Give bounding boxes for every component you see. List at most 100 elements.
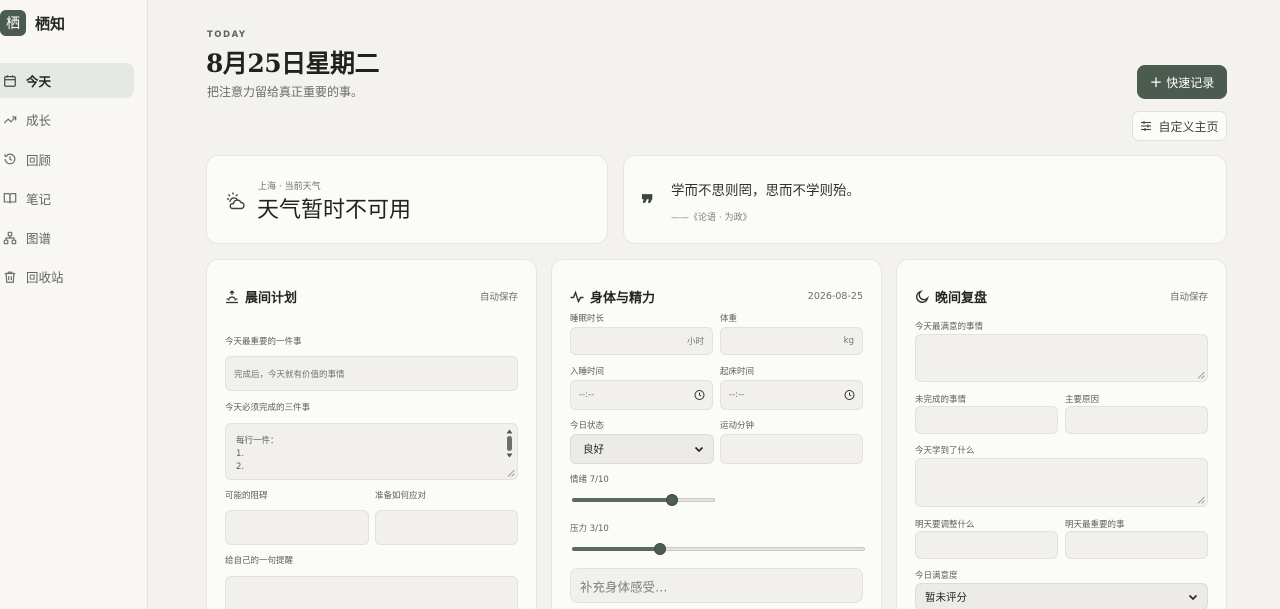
sunrise-icon xyxy=(225,289,239,304)
most-important-label: 今天最重要的一件事 xyxy=(225,337,302,347)
scroll-down-icon xyxy=(506,453,513,458)
unfinished-label: 未完成的事情 xyxy=(915,395,967,405)
moon-icon xyxy=(915,289,929,303)
partly-sunny-icon xyxy=(227,192,245,210)
clock-icon[interactable] xyxy=(844,390,855,401)
chevron-down-icon xyxy=(694,446,704,453)
slider-thumb[interactable] xyxy=(653,543,666,555)
resize-handle-icon[interactable] xyxy=(1197,371,1205,379)
reminder-input[interactable] xyxy=(225,576,518,609)
quote-source: ——《论语 · 为政》 xyxy=(671,213,752,223)
sidebar-item-trash[interactable]: 回收站 xyxy=(0,259,134,294)
reason-label: 主要原因 xyxy=(1065,395,1100,405)
rating-select[interactable]: 暂未评分 xyxy=(915,583,1208,609)
tomorrow-label: 明天最重要的事 xyxy=(1065,520,1125,530)
clock-icon[interactable] xyxy=(694,390,705,401)
quick-record-button[interactable]: + 快速记录 xyxy=(1137,65,1227,99)
textarea-scrollbar[interactable] xyxy=(506,429,513,461)
body-note-input[interactable]: 补充身体感受… xyxy=(570,568,863,603)
resize-handle-icon[interactable] xyxy=(1197,496,1205,504)
sidebar-item-label: 今天 xyxy=(26,74,52,89)
adjust-input[interactable] xyxy=(915,531,1058,559)
unit-label: kg xyxy=(843,336,854,346)
sidebar-item-notes[interactable]: 笔记 xyxy=(0,181,134,216)
sleep-label: 睡眠时长 xyxy=(570,314,605,324)
textarea-line: 2. xyxy=(236,462,245,472)
resize-handle-icon[interactable] xyxy=(507,469,515,477)
customize-home-button[interactable]: 自定义主页 xyxy=(1132,111,1227,141)
textarea-line: 1. xyxy=(236,449,245,459)
adjust-label: 明天要调整什么 xyxy=(915,520,975,530)
sidebar-item-label: 笔记 xyxy=(26,191,52,207)
sleep-hours-input[interactable]: 小时 xyxy=(570,327,713,355)
obstacles-input[interactable] xyxy=(225,510,369,545)
brand[interactable]: 栖 栖知 xyxy=(0,10,65,36)
weather-location: 上海 · 当前天气 xyxy=(258,182,321,192)
mood-label: 情绪 7/10 xyxy=(570,475,609,485)
sidebar-item-label: 成长 xyxy=(26,113,52,129)
three-tasks-textarea[interactable]: 每行一件： 1. 2. xyxy=(225,423,518,480)
learned-textarea[interactable] xyxy=(915,458,1208,507)
panel-header: 晚间复盘 自动保存 xyxy=(915,286,1208,306)
most-important-input[interactable]: 完成后，今天就有价值的事情 xyxy=(225,356,518,391)
bedtime-input[interactable]: --:-- xyxy=(570,380,713,410)
autosave-status: 自动保存 xyxy=(1169,292,1208,303)
panel-header: 晨间计划 自动保存 xyxy=(225,286,518,306)
stress-slider[interactable] xyxy=(572,542,865,556)
weather-card: 上海 · 当前天气 天气暂时不可用 xyxy=(206,155,608,244)
sidebar-item-label: 回收站 xyxy=(26,270,64,286)
panel-title: 身体与精力 xyxy=(590,290,656,306)
learned-label: 今天学到了什么 xyxy=(915,446,975,456)
page-title: 8月25日星期二 xyxy=(206,49,380,78)
bedtime-label: 入睡时间 xyxy=(570,367,605,377)
placeholder-text: --:-- xyxy=(579,390,595,400)
panel-title: 晚间复盘 xyxy=(935,290,988,306)
today-kicker: TODAY xyxy=(207,30,247,40)
response-label: 准备如何应对 xyxy=(375,491,427,501)
slider-thumb[interactable] xyxy=(666,494,679,506)
stress-label: 压力 3/10 xyxy=(570,524,609,534)
quote-icon: ❞ xyxy=(641,189,654,218)
sidebar-item-review[interactable]: 回顾 xyxy=(0,142,134,177)
body-energy-panel: 身体与精力 2026-08-25 睡眠时长 体重 小时 kg 入睡时间 起床时间… xyxy=(551,259,882,609)
status-label: 今日状态 xyxy=(570,421,605,431)
autosave-status: 自动保存 xyxy=(479,292,518,303)
unfinished-input[interactable] xyxy=(915,406,1058,434)
page-subtitle: 把注意力留给真正重要的事。 xyxy=(207,85,364,99)
app-logo: 栖 xyxy=(0,10,26,36)
response-input[interactable] xyxy=(375,510,518,545)
customize-home-label: 自定义主页 xyxy=(1158,119,1219,134)
sidebar: 栖 栖知 今天 成长 回顾 笔记 图谱 回收站 xyxy=(0,0,148,609)
three-tasks-label: 今天必须完成的三件事 xyxy=(225,403,311,413)
quick-record-label: 快速记录 xyxy=(1166,75,1215,90)
sliders-icon xyxy=(1141,121,1152,131)
plus-icon: + xyxy=(1149,72,1163,91)
rating-label: 今日满意度 xyxy=(915,571,958,581)
tomorrow-input[interactable] xyxy=(1065,531,1208,559)
select-value: 良好 xyxy=(583,443,604,456)
chevron-down-icon xyxy=(1188,594,1198,600)
sidebar-item-label: 回顾 xyxy=(26,152,52,168)
weight-input[interactable]: kg xyxy=(720,327,863,355)
calendar-icon xyxy=(2,73,18,89)
exercise-label: 运动分钟 xyxy=(720,421,755,431)
panel-date: 2026-08-25 xyxy=(807,290,863,302)
satisfied-label: 今天最满意的事情 xyxy=(915,322,984,332)
graph-icon xyxy=(2,230,18,246)
sidebar-item-label: 图谱 xyxy=(26,231,52,247)
status-select[interactable]: 良好 xyxy=(570,434,714,464)
sidebar-nav: 今天 成长 回顾 笔记 图谱 回收站 xyxy=(0,63,134,299)
waketime-input[interactable]: --:-- xyxy=(720,380,863,410)
trend-icon xyxy=(2,112,18,128)
exercise-minutes-input[interactable] xyxy=(720,434,863,464)
slider-fill xyxy=(572,547,660,551)
sidebar-item-growth[interactable]: 成长 xyxy=(0,102,134,137)
history-icon xyxy=(2,151,18,167)
mood-slider[interactable] xyxy=(572,493,715,507)
placeholder-text: 完成后，今天就有价值的事情 xyxy=(234,369,345,380)
sidebar-item-today[interactable]: 今天 xyxy=(0,63,134,98)
satisfied-textarea[interactable] xyxy=(915,334,1208,382)
sidebar-item-graph[interactable]: 图谱 xyxy=(0,220,134,255)
reason-input[interactable] xyxy=(1065,406,1208,434)
weight-label: 体重 xyxy=(720,314,738,324)
